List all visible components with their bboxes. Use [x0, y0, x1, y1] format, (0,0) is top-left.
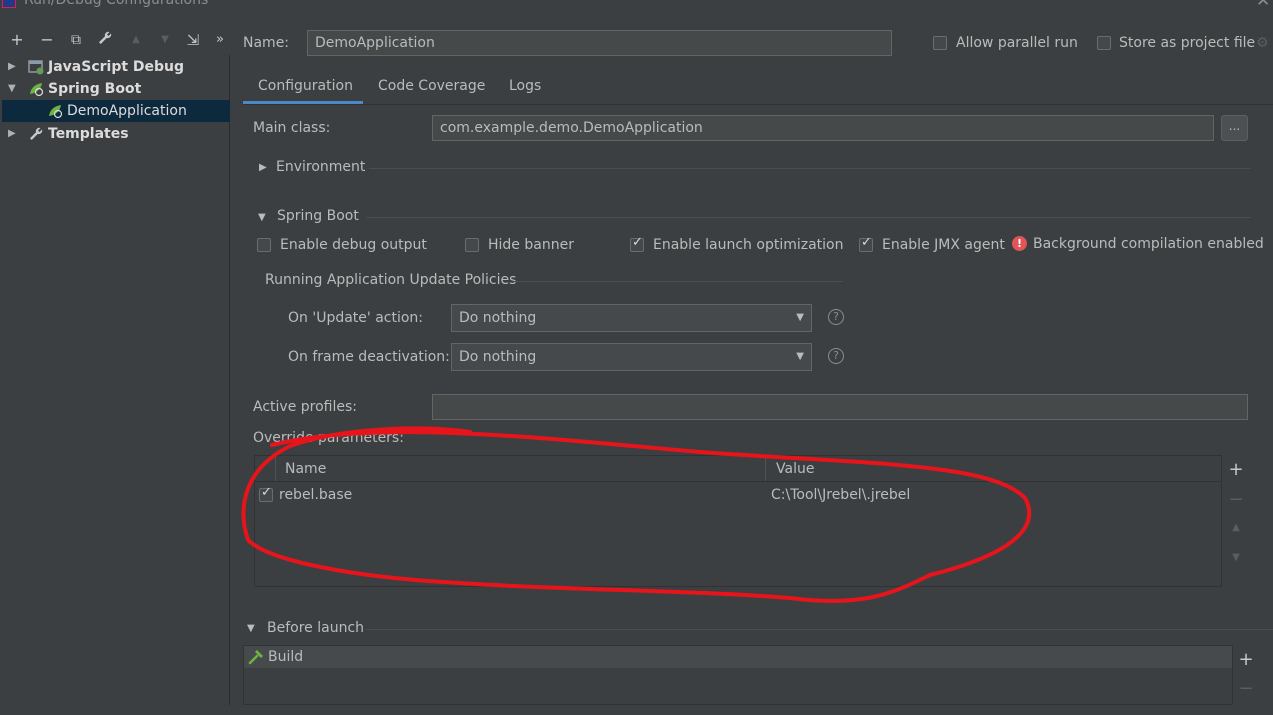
allow-parallel-checkbox[interactable] — [933, 36, 947, 50]
column-header-name[interactable]: Name — [285, 461, 326, 477]
override-parameters-label: Override parameters: — [253, 430, 404, 446]
browse-main-class-button[interactable]: ... — [1221, 115, 1248, 141]
add-parameter-icon[interactable]: + — [1228, 459, 1244, 480]
spring-boot-separator — [366, 217, 1251, 218]
environment-separator — [369, 168, 1251, 169]
collapse-spring-boot-icon[interactable]: ▼ — [258, 212, 266, 223]
update-action-value: Do nothing — [459, 310, 537, 326]
spring-boot-section-title[interactable]: Spring Boot — [277, 208, 359, 224]
wrench-icon — [28, 126, 44, 149]
store-as-file-label: Store as project file — [1119, 35, 1256, 51]
update-action-help-icon[interactable]: ? — [828, 309, 844, 325]
title-bar: Run/Debug Configurations ✕ — [0, 0, 1273, 12]
tab-code-coverage[interactable]: Code Coverage — [378, 77, 485, 105]
move-up-icon[interactable]: ▲ — [127, 30, 145, 50]
copy-configuration-icon[interactable]: ⧉ — [67, 30, 85, 50]
frame-deactivation-label: On frame deactivation: — [288, 349, 450, 365]
tree-item-label: Spring Boot — [48, 81, 142, 97]
more-actions-icon[interactable]: » — [214, 30, 226, 50]
chevron-down-icon: ▼ — [796, 351, 804, 362]
update-action-select[interactable]: Do nothing ▼ — [451, 304, 812, 332]
jmx-agent-checkbox[interactable] — [859, 235, 873, 252]
allow-parallel-label: Allow parallel run — [956, 35, 1078, 51]
background-compilation-warning: Background compilation enabled — [1033, 236, 1264, 252]
frame-deactivation-select[interactable]: Do nothing ▼ — [451, 343, 812, 371]
jmx-agent-label: Enable JMX agent — [882, 237, 1005, 253]
hide-banner-checkbox[interactable] — [465, 238, 479, 252]
column-header-value[interactable]: Value — [776, 461, 814, 477]
row-value-cell[interactable]: C:\Tool\Jrebel\.jrebel — [771, 487, 910, 503]
main-class-field[interactable]: com.example.demo.DemoApplication — [432, 115, 1214, 141]
update-action-label: On 'Update' action: — [288, 310, 424, 326]
list-item[interactable]: Build — [244, 646, 1232, 668]
expand-environment-icon[interactable]: ▶ — [259, 162, 267, 173]
expand-arrow-icon[interactable]: ▶ — [8, 56, 16, 78]
launch-optimization-checkbox[interactable] — [630, 235, 644, 252]
collapse-arrow-icon[interactable]: ▼ — [8, 78, 16, 100]
name-label: Name: — [243, 35, 290, 51]
configuration-tree: ▶ JavaScript Debug ▼ Spring Boot DemoApp… — [2, 55, 230, 705]
policies-separator — [513, 281, 843, 282]
enable-debug-checkbox[interactable] — [257, 238, 271, 252]
policies-title: Running Application Update Policies — [265, 272, 517, 288]
row-enabled-checkbox[interactable] — [259, 485, 273, 502]
name-field[interactable]: DemoApplication — [307, 30, 892, 56]
active-profiles-field[interactable] — [432, 394, 1248, 420]
window-title: Run/Debug Configurations — [24, 0, 209, 8]
frame-deactivation-value: Do nothing — [459, 349, 537, 365]
before-launch-section-title[interactable]: Before launch — [267, 620, 364, 636]
error-icon: ! — [1012, 236, 1027, 251]
frame-deactivation-help-icon[interactable]: ? — [828, 348, 844, 364]
tree-item-label: JavaScript Debug — [48, 59, 185, 75]
remove-task-icon[interactable]: − — [1238, 678, 1254, 699]
table-row[interactable]: rebel.base C:\Tool\Jrebel\.jrebel — [255, 483, 1221, 507]
add-task-icon[interactable]: + — [1238, 649, 1254, 670]
chevron-down-icon: ▼ — [796, 312, 804, 323]
app-logo-icon — [2, 0, 16, 8]
remove-configuration-icon[interactable]: − — [38, 30, 56, 50]
tree-item-demo-application[interactable]: DemoApplication — [2, 100, 230, 122]
tree-item-templates[interactable]: ▶ Templates — [2, 123, 230, 145]
gear-icon[interactable]: ⚙ — [1256, 35, 1269, 51]
edit-templates-icon[interactable] — [96, 30, 114, 52]
enable-debug-label: Enable debug output — [280, 237, 427, 253]
tree-item-spring-boot[interactable]: ▼ Spring Boot — [2, 78, 230, 100]
add-configuration-icon[interactable]: + — [8, 30, 26, 50]
close-icon[interactable]: ✕ — [1256, 0, 1270, 11]
move-down-icon[interactable]: ▼ — [156, 30, 174, 50]
tab-divider — [243, 104, 1273, 105]
environment-section-title[interactable]: Environment — [276, 159, 365, 175]
row-name-cell[interactable]: rebel.base — [279, 487, 352, 503]
expand-arrow-icon[interactable]: ▶ — [8, 123, 16, 145]
launch-optimization-label: Enable launch optimization — [653, 237, 844, 253]
remove-parameter-icon[interactable]: − — [1228, 489, 1244, 510]
main-class-label: Main class: — [253, 120, 331, 136]
active-profiles-label: Active profiles: — [253, 399, 357, 415]
tree-item-label: DemoApplication — [67, 103, 187, 119]
tab-logs[interactable]: Logs — [509, 77, 541, 105]
column-separator — [275, 456, 276, 481]
store-as-file-checkbox[interactable] — [1097, 36, 1111, 50]
tree-item-javascript-debug[interactable]: ▶ JavaScript Debug — [2, 56, 230, 78]
build-task-label: Build — [268, 649, 304, 665]
hide-banner-label: Hide banner — [488, 237, 574, 253]
tree-item-label: Templates — [48, 126, 129, 142]
before-launch-separator — [366, 629, 1273, 630]
column-separator — [765, 456, 766, 481]
build-hammer-icon — [247, 648, 265, 670]
move-parameter-up-icon[interactable]: ▲ — [1228, 522, 1244, 533]
move-into-folder-icon[interactable]: ⇲ — [184, 30, 202, 50]
table-header: Name Value — [255, 456, 1221, 482]
collapse-before-launch-icon[interactable]: ▼ — [247, 623, 255, 634]
move-parameter-down-icon[interactable]: ▼ — [1228, 552, 1244, 563]
